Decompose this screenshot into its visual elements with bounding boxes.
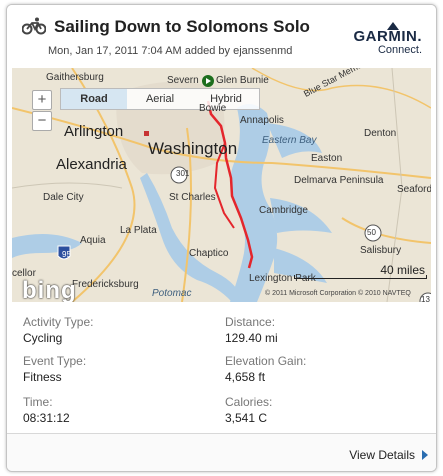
stat-event-type: Event Type: Fitness (23, 354, 213, 384)
chevron-right-icon[interactable] (422, 450, 428, 460)
map-label-washington: Washington (148, 139, 238, 158)
map-copyright: © 2011 Microsoft Corporation © 2010 NAVT… (265, 290, 411, 297)
stat-label: Time: (23, 395, 53, 409)
stat-time: Time: 08:31:12 (23, 395, 213, 425)
stat-label: Calories: (225, 395, 273, 409)
view-details-link[interactable]: View Details (349, 448, 415, 462)
bicycle-icon (22, 17, 46, 35)
stat-value: Cycling (23, 331, 63, 345)
route-50-shield: 50 (367, 228, 376, 237)
activity-subtitle: Mon, Jan 17, 2011 7:04 AM added by ejans… (48, 45, 293, 57)
map-label-bowie: Bowie (199, 103, 227, 114)
map-label-alexandria: Alexandria (56, 156, 127, 173)
stat-value: 129.40 mi (225, 331, 278, 345)
stat-label: Distance: (225, 315, 276, 329)
stat-value: 08:31:12 (23, 411, 70, 425)
map-type-road[interactable]: Road (61, 89, 127, 109)
brand-name: GARMIN. (353, 28, 422, 45)
stat-calories: Calories: 3,541 C (225, 395, 415, 425)
stat-label: Event Type: (23, 354, 87, 368)
map-label-delmarva: Delmarva Peninsula (294, 175, 384, 186)
card-header: Sailing Down to Solomons Solo Mon, Jan 1… (7, 5, 436, 67)
map-scale: 40 miles (294, 263, 427, 279)
map-label-easton: Easton (311, 153, 343, 164)
map-type-selector: Road Aerial Hybrid (60, 88, 260, 110)
zoom-out-button[interactable]: − (32, 111, 52, 131)
map-label-aquia: Aquia (80, 235, 106, 246)
map-label-seaford: Seaford (397, 184, 431, 195)
route-13-shield: 13 (421, 295, 430, 302)
activity-stats: Activity Type: Cycling Distance: 129.40 … (7, 311, 436, 431)
map-type-aerial[interactable]: Aerial (127, 89, 193, 109)
route-95-shield: 95 (62, 250, 71, 259)
activity-title[interactable]: Sailing Down to Solomons Solo (54, 17, 310, 37)
brand-sub: Connect. (377, 44, 422, 56)
map-label-gaithersburg: Gaithersburg (46, 72, 104, 83)
garmin-triangle-icon (387, 22, 399, 30)
map-label-st-charles: St Charles (169, 192, 216, 203)
route-301-shield: 301 (176, 169, 190, 178)
garmin-connect-logo[interactable]: GARMIN. Connect. (353, 22, 422, 57)
map-label-eastern-bay: Eastern Bay (262, 135, 317, 146)
map-label-fredericksburg: Fredericksburg (72, 279, 139, 290)
stat-value: 3,541 C (225, 411, 268, 425)
stat-value: Fitness (23, 370, 62, 384)
stat-label: Activity Type: (23, 315, 94, 329)
bing-logo: bing (22, 277, 77, 302)
map-label-severn: Severn (167, 75, 199, 86)
map-label-salisbury: Salisbury (360, 245, 402, 256)
card-footer: View Details (7, 433, 436, 471)
map-label-la-plata: La Plata (120, 225, 157, 236)
route-map[interactable]: + − Road Aerial Hybrid Gaithersburg Seve… (12, 68, 431, 302)
map-label-chaptico: Chaptico (189, 248, 229, 259)
stat-label: Elevation Gain: (225, 354, 307, 368)
activity-card: Sailing Down to Solomons Solo Mon, Jan 1… (6, 4, 437, 472)
stat-value: 4,658 ft (225, 370, 266, 384)
map-label-dale-city: Dale City (43, 192, 84, 203)
map-label-arlington: Arlington (64, 123, 124, 140)
stat-activity-type: Activity Type: Cycling (23, 315, 213, 345)
stat-elevation-gain: Elevation Gain: 4,658 ft (225, 354, 415, 384)
map-label-denton: Denton (364, 128, 397, 139)
map-label-cambridge: Cambridge (259, 205, 308, 216)
zoom-in-button[interactable]: + (32, 90, 52, 110)
map-label-potomac: Potomac (152, 288, 192, 299)
stat-distance: Distance: 129.40 mi (225, 315, 415, 345)
scale-bar (294, 275, 427, 279)
map-label-glen-burnie: Glen Burnie (216, 75, 269, 86)
map-label-annapolis: Annapolis (240, 115, 284, 126)
